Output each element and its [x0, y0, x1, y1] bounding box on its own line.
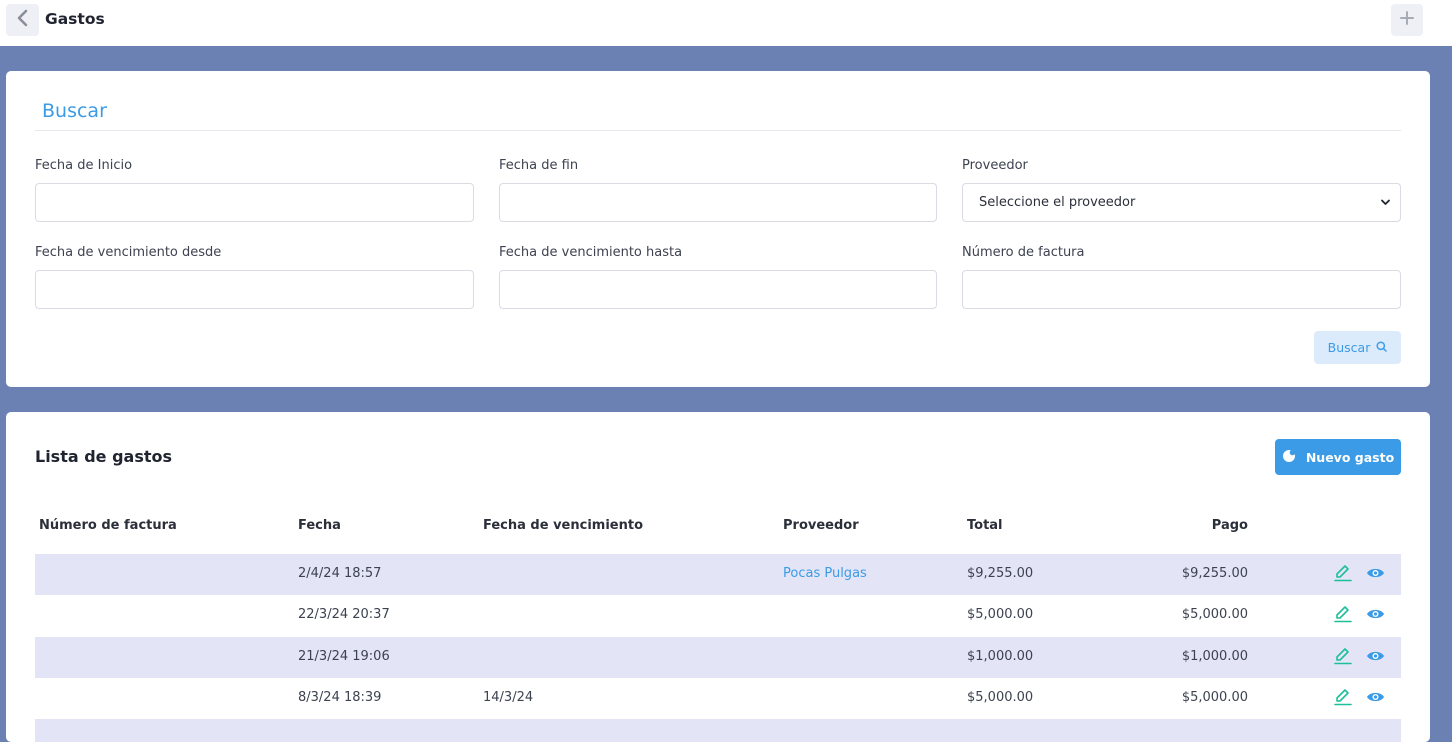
- table-header: Número de factura Fecha Fecha de vencimi…: [35, 518, 1401, 544]
- eye-icon[interactable]: [1366, 649, 1385, 663]
- search-card: Buscar Fecha de Inicio Fecha de fin Prov…: [6, 71, 1430, 387]
- end-date-input[interactable]: [499, 183, 937, 222]
- cell-due-date: 14/3/24: [483, 690, 534, 705]
- cell-paid: $1,000.00: [1181, 649, 1248, 664]
- eye-icon[interactable]: [1366, 566, 1385, 580]
- back-button[interactable]: [6, 4, 39, 36]
- edit-icon[interactable]: [1333, 647, 1353, 665]
- eye-icon[interactable]: [1366, 607, 1385, 621]
- due-from-input[interactable]: [35, 270, 474, 309]
- invoice-number-label: Número de factura: [962, 245, 1085, 260]
- cell-total: $1,000.00: [967, 649, 1034, 664]
- chevron-left-icon: [16, 9, 30, 31]
- row-actions: [1333, 605, 1385, 623]
- search-button-label: Buscar: [1327, 340, 1371, 355]
- due-to-input[interactable]: [499, 270, 937, 309]
- chevron-down-icon: [1380, 197, 1391, 212]
- add-circle-icon: [1282, 449, 1296, 466]
- cell-date: 21/3/24 19:06: [298, 649, 390, 664]
- expenses-list-card: Lista de gastos Nuevo gasto Número de fa…: [6, 412, 1430, 742]
- eye-icon[interactable]: [1366, 690, 1385, 704]
- cell-date: 8/3/24 18:39: [298, 690, 382, 705]
- supplier-select[interactable]: Seleccione el proveedor: [962, 183, 1401, 222]
- table-row: 22/3/24 20:37 $5,000.00 $5,000.00: [35, 595, 1401, 636]
- start-date-label: Fecha de Inicio: [35, 158, 133, 173]
- search-icon: [1376, 340, 1388, 355]
- search-button[interactable]: Buscar: [1314, 331, 1401, 364]
- divider: [35, 130, 1401, 131]
- table-row: 2/4/24 18:57 Pocas Pulgas $9,255.00 $9,2…: [35, 554, 1401, 595]
- cell-paid: $5,000.00: [1181, 607, 1248, 622]
- new-expense-button[interactable]: Nuevo gasto: [1275, 439, 1401, 475]
- edit-icon[interactable]: [1333, 564, 1353, 582]
- cell-date: 2/4/24 18:57: [298, 566, 382, 581]
- top-bar: Gastos: [0, 0, 1452, 46]
- supplier-label: Proveedor: [962, 158, 1028, 173]
- due-to-label: Fecha de vencimiento hasta: [499, 245, 683, 260]
- end-date-label: Fecha de fin: [499, 158, 579, 173]
- cell-date: 22/3/24 20:37: [298, 607, 390, 622]
- cell-supplier-link[interactable]: Pocas Pulgas: [783, 566, 867, 581]
- table-row: 8/3/24 18:39 14/3/24 $5,000.00 $5,000.00: [35, 678, 1401, 719]
- cell-paid: $9,255.00: [1181, 566, 1248, 581]
- due-from-label: Fecha de vencimiento desde: [35, 245, 222, 260]
- edit-icon[interactable]: [1333, 605, 1353, 623]
- column-header-date[interactable]: Fecha: [298, 518, 341, 533]
- new-expense-label: Nuevo gasto: [1305, 449, 1395, 465]
- row-actions: [1333, 688, 1385, 706]
- add-button[interactable]: [1391, 4, 1423, 36]
- column-header-paid[interactable]: Pago: [1212, 518, 1248, 533]
- table-row: 21/3/24 19:06 $1,000.00 $1,000.00: [35, 637, 1401, 678]
- edit-icon[interactable]: [1333, 688, 1353, 706]
- cell-total: $9,255.00: [967, 566, 1034, 581]
- cell-total: $5,000.00: [967, 607, 1034, 622]
- invoice-number-input[interactable]: [962, 270, 1401, 309]
- column-header-due-date[interactable]: Fecha de vencimiento: [483, 518, 643, 533]
- supplier-selected-value: Seleccione el proveedor: [979, 195, 1136, 210]
- column-header-total[interactable]: Total: [967, 518, 1003, 533]
- cell-total: $5,000.00: [967, 690, 1034, 705]
- row-actions: [1333, 564, 1385, 582]
- row-actions: [1333, 647, 1385, 665]
- plus-icon: [1399, 10, 1415, 30]
- table-row: [35, 719, 1401, 742]
- list-title: Lista de gastos: [35, 447, 173, 466]
- column-header-supplier[interactable]: Proveedor: [783, 518, 859, 533]
- start-date-input[interactable]: [35, 183, 474, 222]
- column-header-invoice[interactable]: Número de factura: [39, 518, 177, 533]
- page-title: Gastos: [45, 10, 105, 28]
- cell-paid: $5,000.00: [1181, 690, 1248, 705]
- search-title: Buscar: [42, 100, 107, 122]
